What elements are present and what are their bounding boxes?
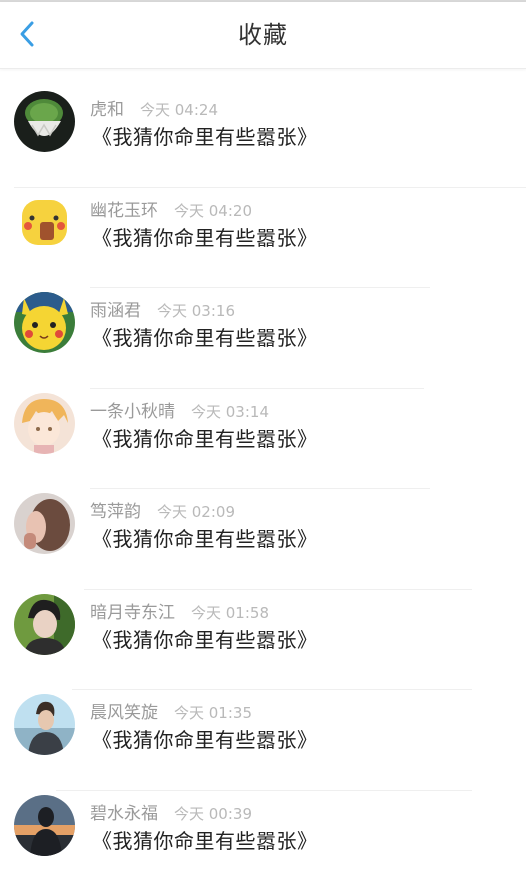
page-title: 收藏 <box>0 2 526 68</box>
item-meta: 雨涵君 今天 03:16 <box>90 296 235 318</box>
timestamp: 今天 03:14 <box>191 401 269 422</box>
boy-photo-avatar[interactable] <box>14 594 75 655</box>
favorites-list: 虎和 今天 04:24 《我猜你命里有些嚣张》 幽花玉环 今天 04:20 《我… <box>0 87 526 891</box>
item-meta: 晨风笑旋 今天 01:35 <box>90 698 252 720</box>
pikachu-avatar[interactable] <box>14 292 75 353</box>
man-sky-avatar[interactable] <box>14 694 75 755</box>
list-item[interactable]: 一条小秋晴 今天 03:14 《我猜你命里有些嚣张》 <box>0 389 526 490</box>
timestamp: 今天 01:58 <box>191 602 269 623</box>
user-name: 虎和 <box>90 95 124 120</box>
timestamp: 今天 00:39 <box>174 803 252 824</box>
pikachu-face-avatar[interactable] <box>14 192 75 253</box>
user-name: 一条小秋晴 <box>90 397 175 422</box>
timestamp: 今天 01:35 <box>174 702 252 723</box>
item-content: 《我猜你命里有些嚣张》 <box>92 624 318 653</box>
item-content: 《我猜你命里有些嚣张》 <box>92 825 318 854</box>
item-content: 《我猜你命里有些嚣张》 <box>92 423 318 452</box>
item-meta: 幽花玉环 今天 04:20 <box>90 196 252 218</box>
item-meta: 暗月寺东江 今天 01:58 <box>90 598 269 620</box>
timestamp: 今天 03:16 <box>157 300 235 321</box>
list-item[interactable]: 笃萍韵 今天 02:09 《我猜你命里有些嚣张》 <box>0 489 526 590</box>
list-item[interactable]: 暗月寺东江 今天 01:58 《我猜你命里有些嚣张》 <box>0 590 526 691</box>
item-meta: 碧水永福 今天 00:39 <box>90 799 252 821</box>
portrait-avatar[interactable] <box>14 493 75 554</box>
user-name: 碧水永福 <box>90 799 158 824</box>
item-content: 《我猜你命里有些嚣张》 <box>92 121 318 150</box>
user-name: 暗月寺东江 <box>90 598 175 623</box>
user-name: 晨风笑旋 <box>90 698 158 723</box>
timestamp: 今天 04:20 <box>174 200 252 221</box>
list-item[interactable]: 雨涵君 今天 03:16 《我猜你命里有些嚣张》 <box>0 288 526 389</box>
item-content: 《我猜你命里有些嚣张》 <box>92 724 318 753</box>
nav-bar: 收藏 <box>0 2 526 69</box>
list-item[interactable]: 虎和 今天 04:24 《我猜你命里有些嚣张》 <box>0 87 526 188</box>
timestamp: 今天 04:24 <box>140 99 218 120</box>
item-content: 《我猜你命里有些嚣张》 <box>92 322 318 351</box>
user-name: 幽花玉环 <box>90 196 158 221</box>
sunset-silhouette-avatar[interactable] <box>14 795 75 856</box>
user-name: 笃萍韵 <box>90 497 141 522</box>
user-name: 雨涵君 <box>90 296 141 321</box>
list-item[interactable]: 碧水永福 今天 00:39 《我猜你命里有些嚣张》 <box>0 791 526 891</box>
item-content: 《我猜你命里有些嚣张》 <box>92 523 318 552</box>
anime-boy-avatar[interactable] <box>14 393 75 454</box>
item-meta: 一条小秋晴 今天 03:14 <box>90 397 269 419</box>
timestamp: 今天 02:09 <box>157 501 235 522</box>
item-meta: 虎和 今天 04:24 <box>90 95 218 117</box>
cactus-avatar[interactable] <box>14 91 75 152</box>
item-content: 《我猜你命里有些嚣张》 <box>92 222 318 251</box>
item-meta: 笃萍韵 今天 02:09 <box>90 497 235 519</box>
list-item[interactable]: 晨风笑旋 今天 01:35 《我猜你命里有些嚣张》 <box>0 690 526 791</box>
list-item[interactable]: 幽花玉环 今天 04:20 《我猜你命里有些嚣张》 <box>0 188 526 289</box>
